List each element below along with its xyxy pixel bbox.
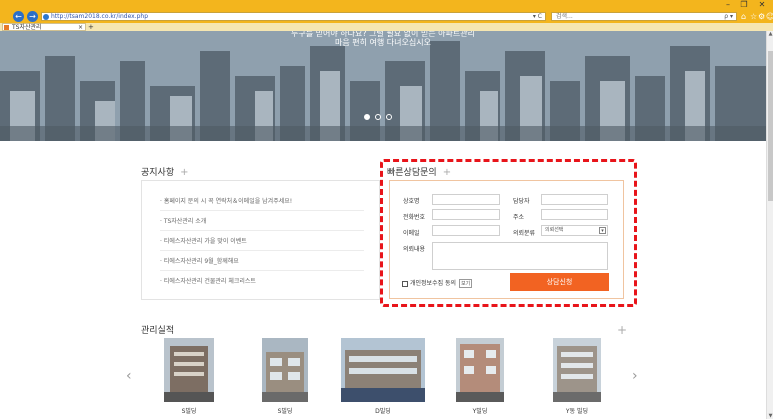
notice-more-icon[interactable]: + xyxy=(180,167,188,178)
search-placeholder: 검색... xyxy=(556,13,573,20)
tab-bar: TS자산관리 × + xyxy=(0,23,773,31)
new-tab-button[interactable]: + xyxy=(88,23,96,31)
portfolio-caption: S빌딩 xyxy=(181,408,197,415)
search-icon[interactable]: ρ ▾ xyxy=(724,13,733,21)
portfolio-thumbnail[interactable] xyxy=(341,338,425,402)
hero-subline: 마음 편히 여행 다녀오십시오 xyxy=(335,38,431,47)
notice-item[interactable]: · 홈페이지 문의 시 꼭 연락처＆이메일을 남겨주세요! xyxy=(160,196,292,205)
divider xyxy=(160,250,364,251)
hero-banner: 누구를 믿어야 하나요? 그럴 필요 없이 믿는 아파트관리 마음 편히 여행 … xyxy=(0,31,766,141)
tab-close-icon[interactable]: × xyxy=(78,24,83,31)
notice-item[interactable]: · TS자산관리 소개 xyxy=(160,216,206,225)
close-icon[interactable]: ✕ xyxy=(754,0,770,10)
notice-heading: 공지사항 + xyxy=(141,165,189,178)
portfolio-thumbnail[interactable] xyxy=(553,338,601,402)
minimize-icon[interactable]: – xyxy=(720,0,736,10)
portfolio-caption: S빌딩 xyxy=(277,408,293,415)
window-titlebar: – ❐ ✕ xyxy=(0,0,773,10)
slider-dot[interactable] xyxy=(364,114,370,120)
slider-dots xyxy=(364,114,392,120)
highlight-frame xyxy=(380,159,637,307)
slider-dot[interactable] xyxy=(375,114,381,120)
favicon-icon xyxy=(4,25,9,30)
portfolio-more-icon[interactable]: + xyxy=(617,323,627,337)
portfolio-caption: Y동 빌딩 xyxy=(565,408,589,415)
address-bar[interactable]: http://tsam2018.co.kr/index.php ▾ C xyxy=(41,12,546,21)
browser-search-input[interactable]: 검색... ρ ▾ xyxy=(551,12,737,21)
divider xyxy=(160,230,364,231)
browser-tab[interactable]: TS자산관리 × xyxy=(2,23,86,31)
carousel-next-icon[interactable]: › xyxy=(632,368,638,384)
notice-item[interactable]: · 티에스자산관리 건물관리 체크리스트 xyxy=(160,276,256,285)
carousel-prev-icon[interactable]: ‹ xyxy=(126,368,132,384)
notice-title: 공지사항 xyxy=(141,168,175,178)
refresh-icon[interactable]: ▾ C xyxy=(533,13,542,21)
favorites-star-icon[interactable]: ☆ xyxy=(750,12,757,21)
divider xyxy=(160,210,364,211)
home-icon[interactable]: ⌂ xyxy=(741,12,746,21)
smile-icon[interactable]: ☺ xyxy=(766,12,773,21)
page-scrollbar[interactable]: ▲ ▼ xyxy=(766,31,773,419)
portfolio-title: 관리실적 xyxy=(141,326,175,336)
portfolio-thumbnail[interactable] xyxy=(456,338,504,402)
address-url: http://tsam2018.co.kr/index.php xyxy=(51,13,149,20)
ie-page-icon xyxy=(43,14,49,20)
slider-dot[interactable] xyxy=(386,114,392,120)
divider xyxy=(160,270,364,271)
gear-icon[interactable]: ⚙ xyxy=(758,12,765,21)
portfolio-caption: Y빌딩 xyxy=(472,408,488,415)
notice-item[interactable]: · 티에스자산관리 9월_함께해요 xyxy=(160,256,239,265)
scroll-thumb[interactable] xyxy=(768,51,773,201)
notice-item[interactable]: · 티에스자산관리 가을 맞이 이벤트 xyxy=(160,236,247,245)
notice-list: · 홈페이지 문의 시 꼭 연락처＆이메일을 남겨주세요! · TS자산관리 소… xyxy=(141,180,380,300)
forward-icon[interactable]: → xyxy=(27,11,38,22)
scroll-up-icon[interactable]: ▲ xyxy=(767,31,773,37)
maximize-icon[interactable]: ❐ xyxy=(736,0,752,10)
portfolio-caption: D빌딩 xyxy=(375,408,391,415)
scroll-down-icon[interactable]: ▼ xyxy=(767,413,773,419)
tab-title: TS자산관리 xyxy=(12,24,42,31)
back-icon[interactable]: ← xyxy=(13,11,24,22)
portfolio-thumbnail[interactable] xyxy=(164,338,214,402)
portfolio-thumbnail[interactable] xyxy=(262,338,308,402)
